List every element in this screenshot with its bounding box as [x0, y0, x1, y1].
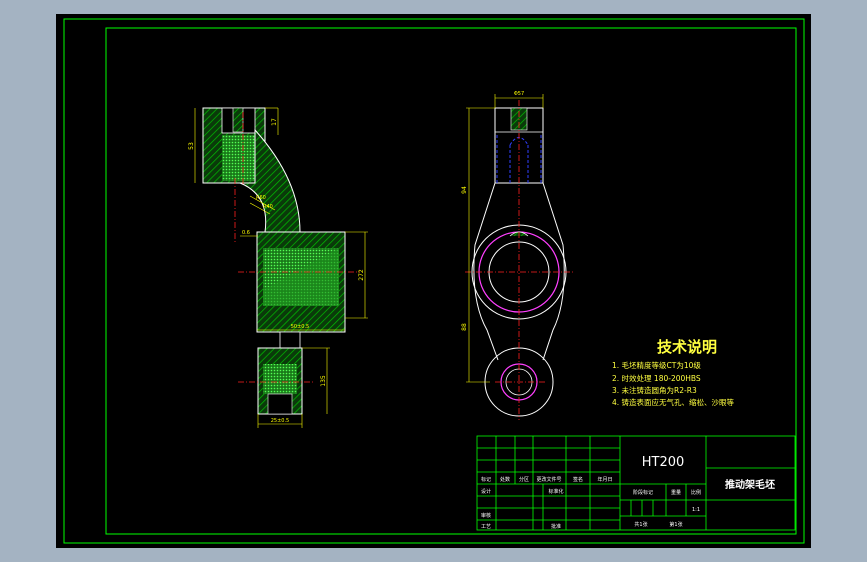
weight-label: 重量 — [671, 489, 681, 496]
upper-boss-core — [222, 135, 255, 181]
material-label: HT200 — [642, 455, 685, 470]
row-label-mark: 标记 — [481, 476, 491, 483]
design-label: 设计 — [481, 488, 491, 495]
dim-left-mid-width: 50±0.5 — [291, 324, 310, 330]
stage-mark-label: 阶段标记 — [633, 489, 653, 496]
tech-note-item-1: 1. 毛坯精度等级CT为10级 — [612, 360, 701, 370]
dim-right-top-width: Φ57 — [514, 91, 524, 97]
dim-left-lower-height: 135 — [320, 375, 327, 387]
tech-note-item-3: 3. 未注铸造圆角为R2-R3 — [612, 385, 697, 395]
process-label: 工艺 — [481, 524, 491, 530]
cad-drawing-canvas: 53 17 R60 R40 0.6 272 50±0.5 135 25±0.5 — [56, 14, 811, 548]
tech-note-item-2: 2. 时效处理 180-200HBS — [612, 373, 701, 383]
viewport-background — [56, 14, 811, 548]
dim-left-lower-width: 25±0.5 — [271, 418, 290, 424]
dim-left-bore-height: 272 — [358, 269, 365, 281]
part-name: 推动架毛坯 — [725, 478, 775, 491]
dim-left-top-height: 17 — [271, 118, 278, 126]
dim-left-offset: 0.6 — [242, 230, 250, 236]
tech-notes-title: 技术说明 — [657, 338, 717, 356]
dim-left-radius-2: R40 — [263, 204, 273, 210]
row-label-change-doc: 更改文件号 — [536, 476, 561, 483]
standardize-label: 标准化 — [548, 488, 563, 495]
scale-value: 1:1 — [692, 507, 700, 513]
tech-note-item-4: 4. 铸造表面应无气孔、缩松、沙眼等 — [612, 397, 735, 407]
dim-left-upper-height: 53 — [188, 142, 195, 150]
scale-label: 比例 — [691, 489, 701, 496]
dim-right-lower-height: 88 — [461, 323, 468, 331]
row-label-count: 处数 — [500, 476, 510, 483]
dim-left-radius-1: R60 — [256, 195, 266, 201]
dim-right-upper-height: 94 — [461, 186, 468, 194]
row-label-date: 年月日 — [597, 476, 612, 483]
approve-label: 批准 — [551, 523, 561, 530]
row-label-signature: 签名 — [573, 476, 583, 483]
row-label-zone: 分区 — [519, 476, 529, 483]
review-label: 审核 — [481, 512, 491, 519]
total-sheets: 共1张 — [634, 521, 647, 528]
sheet-number: 第1张 — [669, 521, 682, 528]
